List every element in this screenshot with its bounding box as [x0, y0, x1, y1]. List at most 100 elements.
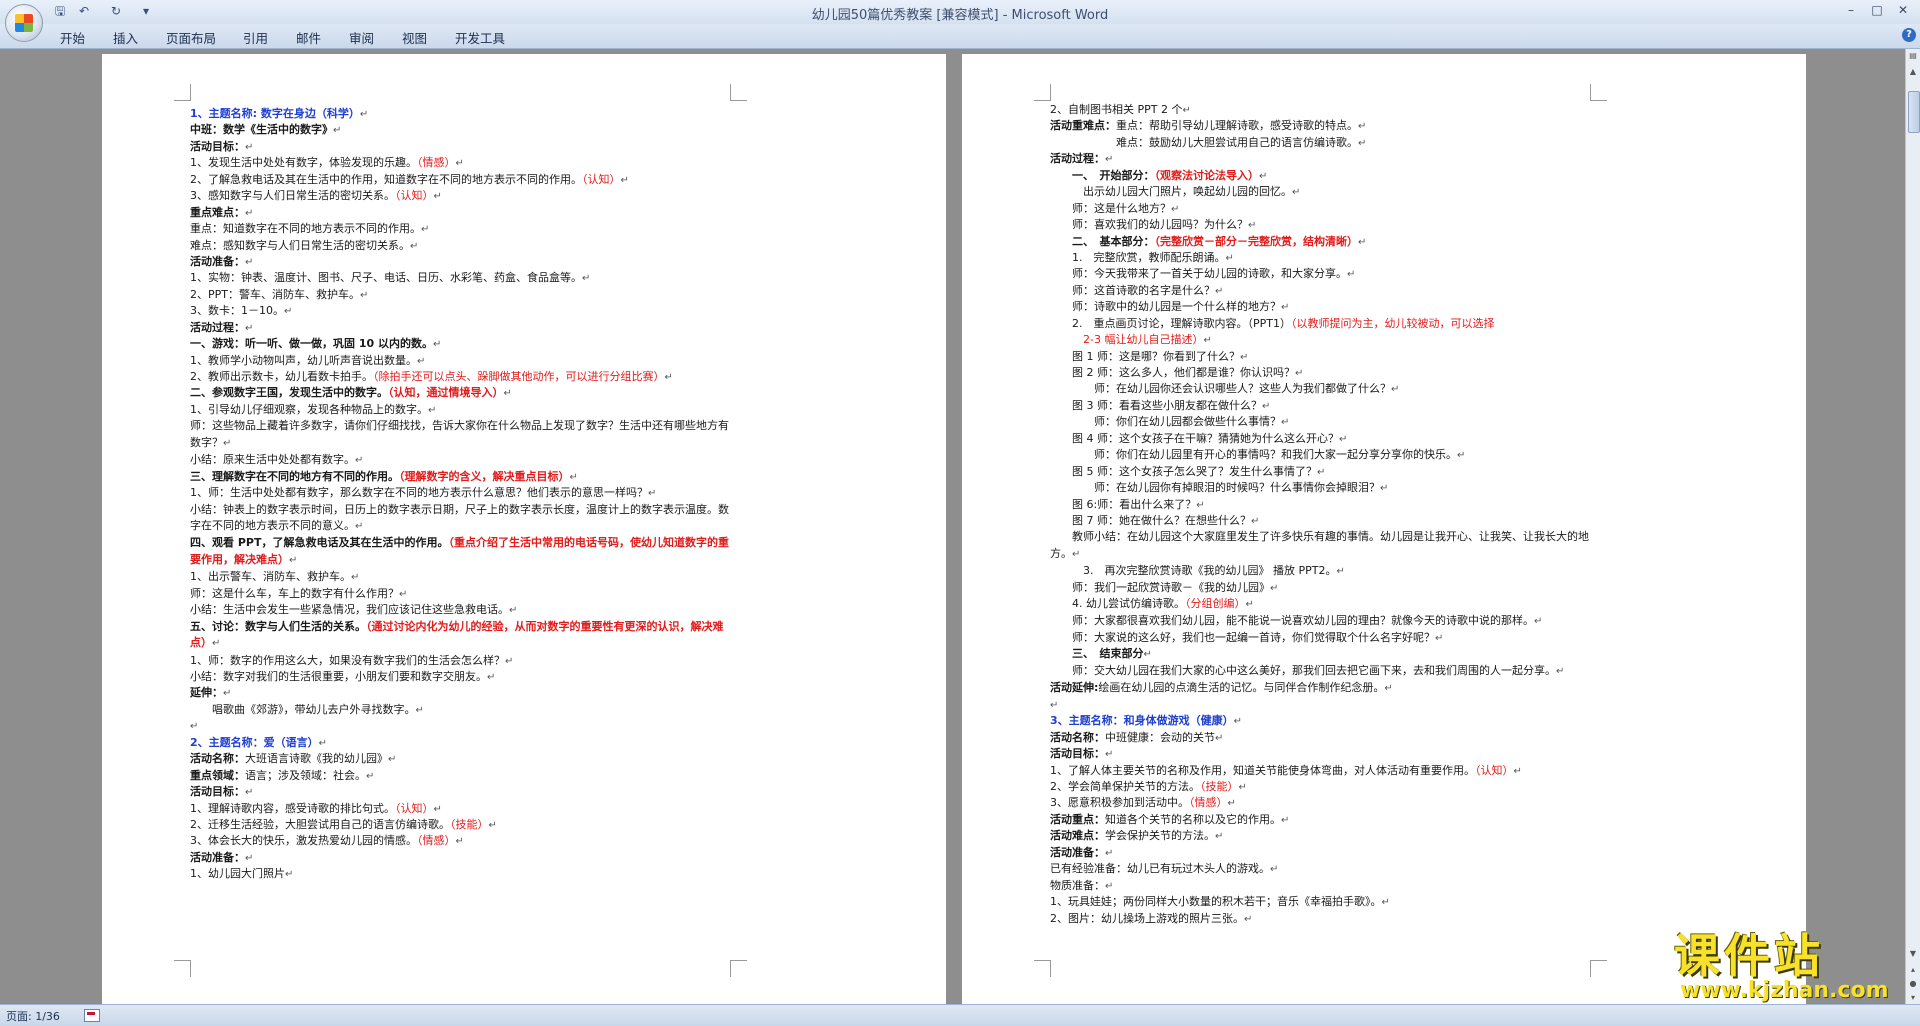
document-line[interactable]: 图 2 师：这么多人，他们都是谁？你认识吗？↵ — [1050, 365, 1595, 381]
document-line[interactable]: 活动目标：↵ — [1050, 746, 1595, 762]
document-line[interactable]: 重点难点：↵ — [190, 205, 735, 221]
document-page-2[interactable]: 2、自制图书相关 PPT 2 个↵ 活动重难点：重点：帮助引导幼儿理解诗歌，感受诗… — [962, 54, 1806, 1004]
document-line[interactable]: 延伸：↵ — [190, 685, 735, 701]
document-line[interactable]: 4. 幼儿尝试仿编诗歌。（分组创编）↵ — [1050, 596, 1595, 612]
scrollbar-thumb[interactable] — [1908, 91, 1920, 133]
document-line[interactable]: 小结：生活中会发生一些紧急情况，我们应该记住这些急救电话。↵ — [190, 602, 735, 618]
page-1-text[interactable]: 1、主题名称: 数字在身边（科学）↵ 中班：数学《生活中的数字》↵ 活动目标：↵ 1、… — [190, 106, 735, 883]
document-line[interactable]: 中班：数学《生活中的数字》↵ — [190, 122, 735, 138]
document-line[interactable]: 活动延伸:绘画在幼儿园的点滴生活的记忆。与同伴合作制作纪念册。↵ — [1050, 680, 1595, 696]
document-line[interactable]: 二、参观数字王国，发现生活中的数字。（认知，通过情境导入）↵ — [190, 385, 735, 401]
previous-page-icon[interactable]: ▴ — [1908, 965, 1918, 975]
document-line[interactable]: 二、 基本部分：（完整欣赏－部分－完整欣赏，结构清晰）↵ — [1050, 234, 1595, 250]
document-line[interactable]: 活动准备：↵ — [1050, 845, 1595, 861]
document-line[interactable]: 师：喜欢我们的幼儿园吗？为什么？↵ — [1050, 217, 1595, 233]
tab-review[interactable]: 审阅 — [349, 28, 374, 47]
document-line[interactable]: 难点：感知数字与人们日常生活的密切关系。↵ — [190, 238, 735, 254]
document-line[interactable]: 1、幼儿园大门照片↵ — [190, 866, 735, 882]
scroll-down-icon[interactable]: ▼ — [1908, 949, 1918, 959]
document-line[interactable]: 师：交大幼儿园在我们大家的心中这么美好，那我们回去把它画下来，去和我们周围的人一… — [1050, 663, 1595, 680]
document-line[interactable]: 已有经验准备：幼儿已有玩过木头人的游戏。↵ — [1050, 861, 1595, 877]
document-line[interactable]: 教师小结：在幼儿园这个大家庭里发生了许多快乐有趣的事情。幼儿园是让我开心、让我笑… — [1050, 529, 1595, 563]
document-line[interactable]: 1、引导幼儿仔细观察，发现各种物品上的数字。↵ — [190, 402, 735, 418]
document-line[interactable]: 活动难点：学会保护关节的方法。↵ — [1050, 828, 1595, 844]
document-line[interactable]: ↵ — [190, 718, 735, 734]
document-line[interactable]: 1、发现生活中处处有数字，体验发现的乐趣。（情感）↵ — [190, 155, 735, 171]
document-line[interactable]: 2、了解急救电话及其在生活中的作用，知道数字在不同的地方表示不同的作用。（认知）… — [190, 172, 735, 188]
document-line[interactable]: 图 6:师：看出什么来了？↵ — [1050, 497, 1595, 513]
document-line[interactable]: 图 4 师：这个女孩子在干嘛？猜猜她为什么这么开心？↵ — [1050, 431, 1595, 447]
document-line[interactable]: 五、讨论：数字与人们生活的关系。（通过讨论内化为幼儿的经验，从而对数字的重要性有… — [190, 619, 735, 653]
document-line[interactable]: 图 3 师：看看这些小朋友都在做什么？↵ — [1050, 398, 1595, 414]
document-line[interactable]: 3、感知数字与人们日常生活的密切关系。（认知）↵ — [190, 188, 735, 204]
document-line[interactable]: 1、了解人体主要关节的名称及作用，知道关节能使身体弯曲，对人体活动有重要作用。（… — [1050, 763, 1595, 779]
document-line[interactable]: 图 7 师：她在做什么？在想些什么？↵ — [1050, 513, 1595, 529]
document-line[interactable]: 活动重点：知道各个关节的名称以及它的作用。↵ — [1050, 812, 1595, 828]
document-line[interactable]: 活动名称：大班语言诗歌《我的幼儿园》↵ — [190, 751, 735, 767]
ruler-toggle-icon[interactable]: ▤ — [1908, 51, 1918, 61]
document-line[interactable]: 小结：数字对我们的生活很重要，小朋友们要和数字交朋友。↵ — [190, 669, 735, 685]
document-line[interactable]: 出示幼儿园大门照片，唤起幼儿园的回忆。↵ — [1050, 184, 1595, 200]
document-line[interactable]: 四、观看 PPT，了解急救电话及其在生活中的作用。（重点介绍了生活中常用的电话号… — [190, 535, 735, 569]
document-line[interactable]: 师：在幼儿园你还会认识哪些人？这些人为我们都做了什么？↵ — [1050, 381, 1595, 397]
document-line[interactable]: 3、愿意积极参加到活动中。（情感）↵ — [1050, 795, 1595, 811]
document-line[interactable]: 1、玩具娃娃；两份同样大小数量的积木若干；音乐《幸福拍手歌》。↵ — [1050, 894, 1595, 910]
document-line[interactable]: 1、师：数字的作用这么大，如果没有数字我们的生活会怎么样？↵ — [190, 653, 735, 669]
document-line[interactable]: 师：你们在幼儿园都会做些什么事情？↵ — [1050, 414, 1595, 430]
document-line[interactable]: 3、主题名称：和身体做游戏（健康）↵ — [1050, 713, 1595, 729]
document-line[interactable]: 师：这是什么车，车上的数字有什么作用？↵ — [190, 586, 735, 602]
tab-references[interactable]: 引用 — [243, 28, 268, 47]
document-line[interactable]: 师：今天我带来了一首关于幼儿园的诗歌，和大家分享。↵ — [1050, 266, 1595, 282]
document-line[interactable]: 1. 完整欣赏，教师配乐朗诵。↵ — [1050, 250, 1595, 266]
browse-object-icon[interactable]: ● — [1908, 979, 1918, 989]
document-line[interactable]: 重点领域：语言；涉及领域：社会。↵ — [190, 768, 735, 784]
document-line[interactable]: 难点：鼓励幼儿大胆尝试用自己的语言仿编诗歌。↵ — [1050, 135, 1595, 151]
document-line[interactable]: 重点：知道数字在不同的地方表示不同的作用。↵ — [190, 221, 735, 237]
document-line[interactable]: 2. 重点画页讨论，理解诗歌内容。（PPT1）（以教师提问为主，幼儿较被动，可以… — [1050, 316, 1595, 332]
document-line[interactable]: 师：我们一起欣赏诗歌－《我的幼儿园》↵ — [1050, 580, 1595, 596]
document-line[interactable]: 2、教师出示数卡，幼儿看数卡拍手。（除拍手还可以点头、跺脚做其他动作，可以进行分… — [190, 369, 735, 385]
document-line[interactable]: 1、主题名称: 数字在身边（科学）↵ — [190, 106, 735, 122]
tab-mailings[interactable]: 邮件 — [296, 28, 321, 47]
document-line[interactable]: 师：这是什么地方？↵ — [1050, 201, 1595, 217]
document-line[interactable]: 2、主题名称：爱（语言）↵ — [190, 735, 735, 751]
document-line[interactable]: 唱歌曲《郊游》，带幼儿去户外寻找数字。↵ — [190, 702, 735, 718]
document-line[interactable]: 师：这首诗歌的名字是什么？↵ — [1050, 283, 1595, 299]
document-line[interactable]: 3、体会长大的快乐，激发热爱幼儿园的情感。（情感）↵ — [190, 833, 735, 849]
tab-home[interactable]: 开始 — [60, 28, 85, 47]
page-indicator[interactable]: 页面: 1/36 — [6, 1008, 60, 1024]
office-button[interactable] — [5, 4, 43, 42]
document-line[interactable]: 活动重难点：重点：帮助引导幼儿理解诗歌，感受诗歌的特点。↵ — [1050, 118, 1595, 134]
document-page-1[interactable]: 1、主题名称: 数字在身边（科学）↵ 中班：数学《生活中的数字》↵ 活动目标：↵ 1、… — [102, 54, 946, 1004]
document-line[interactable]: 物质准备：↵ — [1050, 878, 1595, 894]
document-line[interactable]: 小结：原来生活中处处都有数字。↵ — [190, 452, 735, 468]
tab-view[interactable]: 视图 — [402, 28, 427, 47]
document-line[interactable]: 师：这些物品上藏着许多数字，请你们仔细找找，告诉大家你在什么物品上发现了数字？生… — [190, 418, 735, 452]
document-line[interactable]: 师：在幼儿园你有掉眼泪的时候吗？什么事情你会掉眼泪？↵ — [1050, 480, 1595, 496]
document-line[interactable]: 1、师：生活中处处都有数字，那么数字在不同的地方表示什么意思？他们表示的意思一样… — [190, 485, 735, 501]
document-line[interactable]: 活动过程：↵ — [190, 320, 735, 336]
maximize-button[interactable]: □ — [1864, 0, 1890, 20]
document-line[interactable]: 1、理解诗歌内容，感受诗歌的排比句式。（认知）↵ — [190, 801, 735, 817]
document-line[interactable]: 师：大家都很喜欢我们幼儿园，能不能说一说喜欢幼儿园的理由？就像今天的诗歌中说的那… — [1050, 613, 1595, 630]
scroll-up-icon[interactable]: ▲ — [1908, 67, 1918, 77]
document-line[interactable]: 1、实物：钟表、温度计、图书、尺子、电话、日历、水彩笔、药盒、食品盒等。↵ — [190, 270, 735, 286]
document-line[interactable]: 活动名称：中班健康：会动的关节↵ — [1050, 730, 1595, 746]
document-line[interactable]: 2-3 幅让幼儿自己描述）↵ — [1050, 332, 1595, 348]
tab-page-layout[interactable]: 页面布局 — [166, 28, 216, 47]
help-icon[interactable]: ? — [1902, 28, 1916, 42]
document-line[interactable]: 师：大家说的这么好，我们也一起编一首诗，你们觉得取个什么名字好呢？↵ — [1050, 630, 1595, 646]
document-line[interactable]: 一、游戏：听一听、做一做，巩固 10 以内的数。↵ — [190, 336, 735, 352]
close-button[interactable]: ✕ — [1890, 0, 1916, 20]
next-page-icon[interactable]: ▾ — [1908, 993, 1918, 1003]
document-line[interactable]: 3、数卡：1－10。↵ — [190, 303, 735, 319]
document-line[interactable]: 2、图片：幼儿操场上游戏的照片三张。↵ — [1050, 911, 1595, 927]
document-line[interactable]: 师：你们在幼儿园里有开心的事情吗？和我们大家一起分享分享你的快乐。↵ — [1050, 447, 1595, 463]
proofing-icon[interactable] — [84, 1009, 100, 1022]
document-line[interactable]: 图 5 师：这个女孩子怎么哭了？发生什么事情了？↵ — [1050, 464, 1595, 480]
document-line[interactable]: 3. 再次完整欣赏诗歌《我的幼儿园》 播放 PPT2。↵ — [1050, 563, 1595, 579]
tab-developer[interactable]: 开发工具 — [455, 28, 505, 47]
document-area[interactable]: 1、主题名称: 数字在身边（科学）↵ 中班：数学《生活中的数字》↵ 活动目标：↵ 1、… — [0, 49, 1906, 1004]
document-line[interactable]: 2、PPT：警车、消防车、救护车。↵ — [190, 287, 735, 303]
document-line[interactable]: 活动过程：↵ — [1050, 151, 1595, 167]
